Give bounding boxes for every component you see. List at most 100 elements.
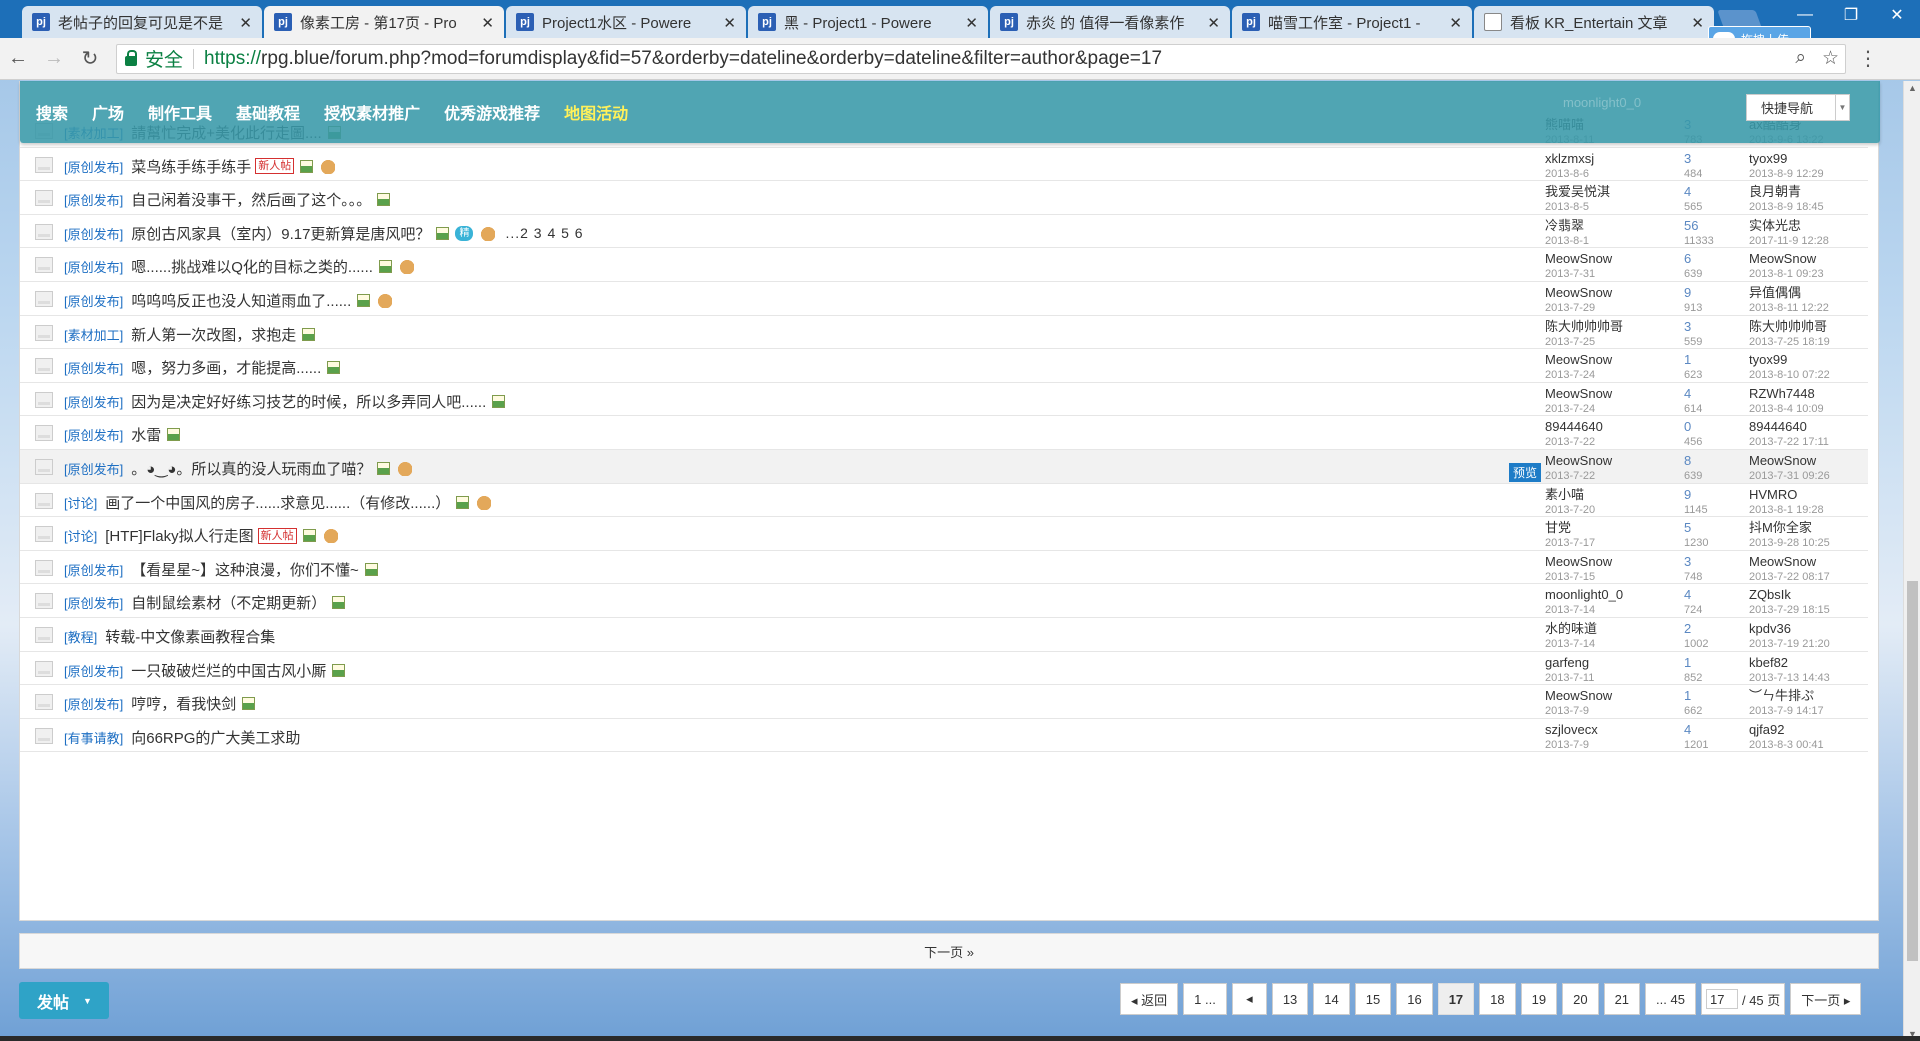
- thread-folder-icon[interactable]: [35, 156, 53, 173]
- thread-folder-icon[interactable]: [35, 223, 53, 240]
- reply-count[interactable]: 4: [1684, 386, 1744, 402]
- reply-count[interactable]: 1: [1684, 352, 1744, 368]
- thread-folder-icon[interactable]: [35, 459, 53, 475]
- thread-subject-link[interactable]: 嗯，努力多画，才能提高......: [131, 357, 321, 378]
- thread-subject-link[interactable]: [HTF]Flaky拟人行走图: [105, 525, 253, 546]
- last-post-time[interactable]: 2013-7-19 21:20: [1749, 637, 1889, 651]
- thread-row[interactable]: [原创发布] 水雷 89444640 2013-7-22 0 456 89444640 201…: [20, 416, 1868, 450]
- thread-subject-link[interactable]: 嗯......挑战难以Q化的目标之类的......: [131, 256, 373, 277]
- zoom-icon[interactable]: ⌕: [1795, 47, 1806, 70]
- nav-item[interactable]: 地图活动: [564, 100, 628, 124]
- author-name[interactable]: moonlight0_0: [1545, 587, 1655, 603]
- thread-category-link[interactable]: [原创发布]: [64, 593, 123, 612]
- browser-menu-icon[interactable]: ⋮: [1858, 46, 1878, 71]
- last-poster[interactable]: 抖M你全家: [1749, 520, 1889, 536]
- close-window-icon[interactable]: ✕: [1874, 0, 1920, 30]
- page-number[interactable]: 13: [1271, 983, 1309, 1015]
- thread-category-link[interactable]: [原创发布]: [64, 694, 123, 713]
- forward-icon[interactable]: →: [36, 47, 72, 70]
- next-page-bar[interactable]: 下一页 »: [19, 933, 1879, 969]
- address-bar[interactable]: 安全 https:// rpg.blue/forum.php?mod=forum…: [116, 43, 1846, 74]
- thread-row[interactable]: [原创发布] 自己闲着没事干，然后画了这个。。。 我爱吴悦淇 2013-8-5 4 565…: [20, 181, 1868, 215]
- last-poster[interactable]: kbef82: [1749, 655, 1889, 671]
- last-poster[interactable]: tyox99: [1749, 151, 1889, 167]
- author-name[interactable]: 冷翡翠: [1545, 218, 1655, 234]
- reply-count[interactable]: 4: [1684, 184, 1744, 200]
- thread-row[interactable]: [讨论] [HTF]Flaky拟人行走图 新人帖 甘党 2013-7-17 5 1230 抖M…: [20, 517, 1868, 551]
- author-name[interactable]: MeowSnow: [1545, 554, 1655, 570]
- thread-row[interactable]: [原创发布] 哼哼，看我快剑 MeowSnow 2013-7-9 1 662 ︶ㄣ牛排ぷ 20…: [20, 685, 1868, 719]
- last-post-time[interactable]: 2013-8-11 12:22: [1749, 301, 1889, 315]
- last-post-time[interactable]: 2013-7-31 09:26: [1749, 469, 1889, 483]
- thread-row[interactable]: [原创发布] 自制鼠绘素材（不定期更新） moonlight0_0 2013-7-14…: [20, 584, 1868, 618]
- thread-row[interactable]: [原创发布] 菜鸟练手练手练手 新人帖 xklzmxsj 2013-8-6 3 484 tyo…: [20, 148, 1868, 182]
- last-post-time[interactable]: 2017-11-9 12:28: [1749, 234, 1889, 248]
- page-number[interactable]: 19: [1520, 983, 1558, 1015]
- author-name[interactable]: MeowSnow: [1545, 352, 1655, 368]
- last-post-time[interactable]: 2013-9-28 10:25: [1749, 536, 1889, 550]
- page-number[interactable]: 14: [1313, 983, 1350, 1015]
- reply-count[interactable]: 3: [1684, 151, 1744, 167]
- thread-folder-icon[interactable]: [35, 257, 53, 274]
- last-post-time[interactable]: 2013-8-9 12:29: [1749, 167, 1889, 181]
- thread-folder-icon[interactable]: [35, 358, 53, 375]
- back-button[interactable]: ◂ 返回: [1120, 983, 1179, 1015]
- last-poster[interactable]: kpdv36: [1749, 621, 1889, 637]
- thread-folder-icon[interactable]: [35, 391, 53, 408]
- last-post-time[interactable]: 2013-8-1 09:23: [1749, 267, 1889, 281]
- thread-subject-link[interactable]: 因为是决定好好练习技艺的时候，所以多弄同人吧......: [131, 391, 486, 412]
- page-number[interactable]: 16: [1396, 983, 1433, 1015]
- next-page-button[interactable]: 下一页 ▸: [1790, 983, 1862, 1015]
- last-poster[interactable]: 陈大帅帅帅哥: [1749, 319, 1889, 335]
- nav-item[interactable]: 搜索: [36, 100, 68, 124]
- thread-folder-icon[interactable]: [35, 694, 53, 711]
- thread-row[interactable]: [原创发布] 。◕‿◕。所以真的没人玩雨血了喵？ 预览 MeowSnow 2013-7-…: [20, 450, 1868, 484]
- author-name[interactable]: MeowSnow: [1545, 688, 1655, 704]
- thread-category-link[interactable]: [原创发布]: [64, 358, 123, 377]
- reply-count[interactable]: 6: [1684, 251, 1744, 267]
- author-name[interactable]: 水的味道: [1545, 621, 1655, 637]
- tab-close-icon[interactable]: ✕: [1207, 14, 1220, 32]
- thread-row[interactable]: [有事请教] 向66RPG的广大美工求助 szjlovecx 2013-7-9 4 120…: [20, 719, 1868, 753]
- thread-category-link[interactable]: [讨论]: [64, 493, 97, 512]
- nav-item[interactable]: 授权素材推广: [324, 100, 420, 124]
- tab-close-icon[interactable]: ✕: [1449, 14, 1462, 32]
- reply-count[interactable]: 1: [1684, 655, 1744, 671]
- reload-icon[interactable]: ↻: [72, 46, 108, 71]
- thread-row[interactable]: [教程] 转载-中文像素画教程合集 水的味道 2013-7-14 2 1002 kpdv36…: [20, 618, 1868, 652]
- reply-count[interactable]: 9: [1684, 285, 1744, 301]
- last-poster[interactable]: 实体光忠: [1749, 218, 1889, 234]
- thread-category-link[interactable]: [讨论]: [64, 526, 97, 545]
- last-poster[interactable]: RZWh7448: [1749, 386, 1889, 402]
- thread-subject-link[interactable]: 自制鼠绘素材（不定期更新）: [131, 592, 326, 613]
- tab-close-icon[interactable]: ✕: [239, 14, 252, 32]
- thread-row[interactable]: [素材加工] 新人第一次改图，求抱走 陈大帅帅帅哥 2013-7-25 3 559 陈大帅帅…: [20, 316, 1868, 350]
- thread-row[interactable]: [原创发布] 呜呜呜反正也没人知道雨血了...... MeowSnow 2013-7-…: [20, 282, 1868, 316]
- last-post-time[interactable]: 2013-8-3 00:41: [1749, 738, 1889, 752]
- thread-category-link[interactable]: [原创发布]: [64, 157, 123, 176]
- author-name[interactable]: 素小喵: [1545, 487, 1655, 503]
- browser-tab[interactable]: pj 喵雪工作室 - Project1 - ✕: [1232, 6, 1472, 38]
- last-post-time[interactable]: 2013-8-4 10:09: [1749, 402, 1889, 416]
- thread-subject-link[interactable]: 自己闲着没事干，然后画了这个。。。: [131, 189, 371, 210]
- thread-folder-icon[interactable]: [35, 727, 53, 744]
- thread-subject-link[interactable]: 一只破破烂烂的中国古风小厮: [131, 660, 326, 681]
- thread-row[interactable]: [原创发布] 【看星星~】这种浪漫，你们不懂~ MeowSnow 2013-7-15 3…: [20, 551, 1868, 585]
- thread-category-link[interactable]: [素材加工]: [64, 325, 123, 344]
- thread-category-link[interactable]: [有事请教]: [64, 728, 123, 747]
- reply-count[interactable]: 3: [1684, 554, 1744, 570]
- reply-count[interactable]: 56: [1684, 218, 1744, 234]
- thread-category-link[interactable]: [原创发布]: [64, 190, 123, 209]
- last-poster[interactable]: ︶ㄣ牛排ぷ: [1749, 688, 1889, 704]
- thread-row[interactable]: [原创发布] 一只破破烂烂的中国古风小厮 garfeng 2013-7-11 1 852 k…: [20, 652, 1868, 686]
- thread-folder-icon[interactable]: [35, 559, 53, 576]
- bookmark-star-icon[interactable]: ☆: [1822, 47, 1839, 70]
- last-post-time[interactable]: 2013-8-10 07:22: [1749, 368, 1889, 382]
- thread-category-link[interactable]: [原创发布]: [64, 560, 123, 579]
- thread-category-link[interactable]: [原创发布]: [64, 661, 123, 680]
- thread-subject-link[interactable]: 菜鸟练手练手练手: [131, 156, 251, 177]
- author-name[interactable]: 甘党: [1545, 520, 1655, 536]
- author-name[interactable]: MeowSnow: [1545, 285, 1655, 301]
- page-jump-input[interactable]: 17: [1705, 989, 1738, 1009]
- vertical-scrollbar[interactable]: ▲ ▼: [1903, 81, 1920, 1041]
